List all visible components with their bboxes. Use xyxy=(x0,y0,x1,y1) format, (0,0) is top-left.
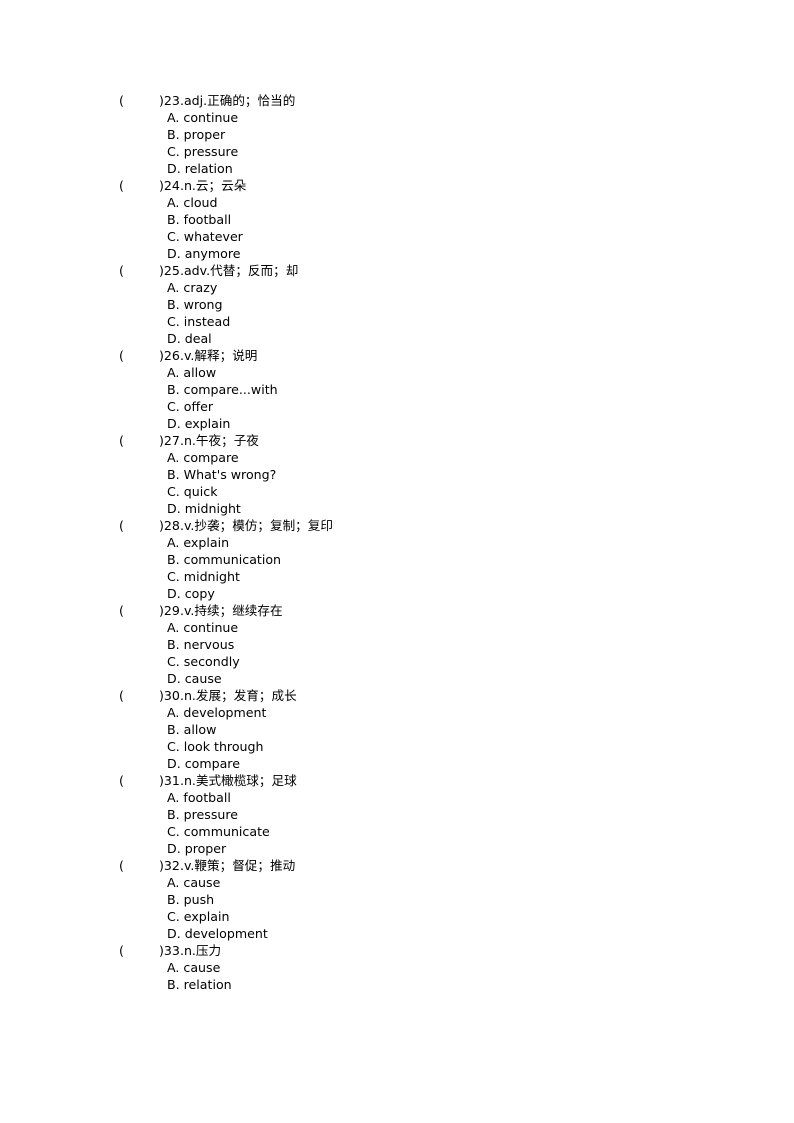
question-stem: ()26.v.解释；说明 xyxy=(0,347,794,364)
question-block: ()28.v.抄袭；模仿；复制；复印 A. explain B. communica… xyxy=(0,517,794,602)
question-stem-text: )28.v.抄袭；模仿；复制；复印 xyxy=(159,518,333,533)
answer-option[interactable]: D. midnight xyxy=(0,500,794,517)
answer-option[interactable]: C. pressure xyxy=(0,143,794,160)
answer-option[interactable]: A. development xyxy=(0,704,794,721)
question-block: ()23.adj.正确的；恰当的 A. continue B. proper C. p… xyxy=(0,92,794,177)
answer-option[interactable]: C. instead xyxy=(0,313,794,330)
question-stem-text: )32.v.鞭策；督促；推动 xyxy=(159,858,296,873)
answer-option[interactable]: C. quick xyxy=(0,483,794,500)
answer-option[interactable]: A. cause xyxy=(0,874,794,891)
answer-option[interactable]: C. explain xyxy=(0,908,794,925)
answer-option[interactable]: D. relation xyxy=(0,160,794,177)
question-stem-text: )26.v.解释；说明 xyxy=(159,348,258,363)
question-stem-text: )33.n.压力 xyxy=(159,943,222,958)
answer-option[interactable]: A. allow xyxy=(0,364,794,381)
answer-option[interactable]: B. compare...with xyxy=(0,381,794,398)
answer-option[interactable]: A. explain xyxy=(0,534,794,551)
answer-option[interactable]: D. anymore xyxy=(0,245,794,262)
answer-option[interactable]: C. midnight xyxy=(0,568,794,585)
answer-blank[interactable]: ( xyxy=(119,262,159,279)
answer-blank[interactable]: ( xyxy=(119,432,159,449)
question-list: ()23.adj.正确的；恰当的 A. continue B. proper C. p… xyxy=(0,92,794,993)
answer-option[interactable]: B. nervous xyxy=(0,636,794,653)
answer-option[interactable]: A. cause xyxy=(0,959,794,976)
question-stem: ()23.adj.正确的；恰当的 xyxy=(0,92,794,109)
answer-option[interactable]: B. allow xyxy=(0,721,794,738)
answer-blank[interactable]: ( xyxy=(119,687,159,704)
answer-option[interactable]: A. cloud xyxy=(0,194,794,211)
question-block: ()31.n.美式橄榄球；足球 A. football B. pressure C. … xyxy=(0,772,794,857)
answer-option[interactable]: B. pressure xyxy=(0,806,794,823)
answer-option[interactable]: B. communication xyxy=(0,551,794,568)
answer-option[interactable]: A. continue xyxy=(0,109,794,126)
answer-blank[interactable]: ( xyxy=(119,772,159,789)
answer-option[interactable]: D. deal xyxy=(0,330,794,347)
question-block: ()27.n.午夜；子夜 A. compare B. What's wrong? C.… xyxy=(0,432,794,517)
question-block: ()25.adv.代替；反而；却 A. crazy B. wrong C. inste… xyxy=(0,262,794,347)
question-stem-text: )29.v.持续；继续存在 xyxy=(159,603,283,618)
answer-blank[interactable]: ( xyxy=(119,92,159,109)
answer-option[interactable]: B. push xyxy=(0,891,794,908)
answer-option[interactable]: B. relation xyxy=(0,976,794,993)
question-stem: ()29.v.持续；继续存在 xyxy=(0,602,794,619)
question-block: ()30.n.发展；发育；成长 A. development B. allow C. … xyxy=(0,687,794,772)
answer-option[interactable]: A. continue xyxy=(0,619,794,636)
question-stem: ()33.n.压力 xyxy=(0,942,794,959)
answer-option[interactable]: C. secondly xyxy=(0,653,794,670)
question-block: ()33.n.压力 A. cause B. relation xyxy=(0,942,794,993)
question-stem-text: )31.n.美式橄榄球；足球 xyxy=(159,773,297,788)
answer-option[interactable]: D. copy xyxy=(0,585,794,602)
answer-option[interactable]: A. football xyxy=(0,789,794,806)
question-block: ()24.n.云；云朵 A. cloud B. football C. whateve… xyxy=(0,177,794,262)
question-stem: ()31.n.美式橄榄球；足球 xyxy=(0,772,794,789)
answer-option[interactable]: D. cause xyxy=(0,670,794,687)
answer-blank[interactable]: ( xyxy=(119,857,159,874)
answer-blank[interactable]: ( xyxy=(119,517,159,534)
question-stem-text: )23.adj.正确的；恰当的 xyxy=(159,93,296,108)
answer-blank[interactable]: ( xyxy=(119,942,159,959)
question-stem-text: )24.n.云；云朵 xyxy=(159,178,247,193)
question-block: ()26.v.解释；说明 A. allow B. compare...with C. … xyxy=(0,347,794,432)
answer-option[interactable]: B. What's wrong? xyxy=(0,466,794,483)
question-stem-text: )27.n.午夜；子夜 xyxy=(159,433,259,448)
answer-blank[interactable]: ( xyxy=(119,177,159,194)
answer-option[interactable]: C. offer xyxy=(0,398,794,415)
answer-option[interactable]: D. proper xyxy=(0,840,794,857)
question-stem-text: )25.adv.代替；反而；却 xyxy=(159,263,299,278)
answer-blank[interactable]: ( xyxy=(119,602,159,619)
question-block: ()32.v.鞭策；督促；推动 A. cause B. push C. explain… xyxy=(0,857,794,942)
answer-option[interactable]: B. proper xyxy=(0,126,794,143)
answer-option[interactable]: D. explain xyxy=(0,415,794,432)
question-stem: ()32.v.鞭策；督促；推动 xyxy=(0,857,794,874)
question-stem: ()24.n.云；云朵 xyxy=(0,177,794,194)
question-stem: ()25.adv.代替；反而；却 xyxy=(0,262,794,279)
worksheet-page: ()23.adj.正确的；恰当的 A. continue B. proper C. p… xyxy=(0,0,794,1123)
answer-option[interactable]: C. whatever xyxy=(0,228,794,245)
answer-option[interactable]: A. crazy xyxy=(0,279,794,296)
answer-option[interactable]: A. compare xyxy=(0,449,794,466)
question-stem-text: )30.n.发展；发育；成长 xyxy=(159,688,297,703)
answer-option[interactable]: D. development xyxy=(0,925,794,942)
answer-option[interactable]: D. compare xyxy=(0,755,794,772)
question-stem: ()30.n.发展；发育；成长 xyxy=(0,687,794,704)
question-block: ()29.v.持续；继续存在 A. continue B. nervous C. se… xyxy=(0,602,794,687)
answer-option[interactable]: B. football xyxy=(0,211,794,228)
answer-blank[interactable]: ( xyxy=(119,347,159,364)
question-stem: ()28.v.抄袭；模仿；复制；复印 xyxy=(0,517,794,534)
answer-option[interactable]: C. look through xyxy=(0,738,794,755)
answer-option[interactable]: B. wrong xyxy=(0,296,794,313)
answer-option[interactable]: C. communicate xyxy=(0,823,794,840)
question-stem: ()27.n.午夜；子夜 xyxy=(0,432,794,449)
